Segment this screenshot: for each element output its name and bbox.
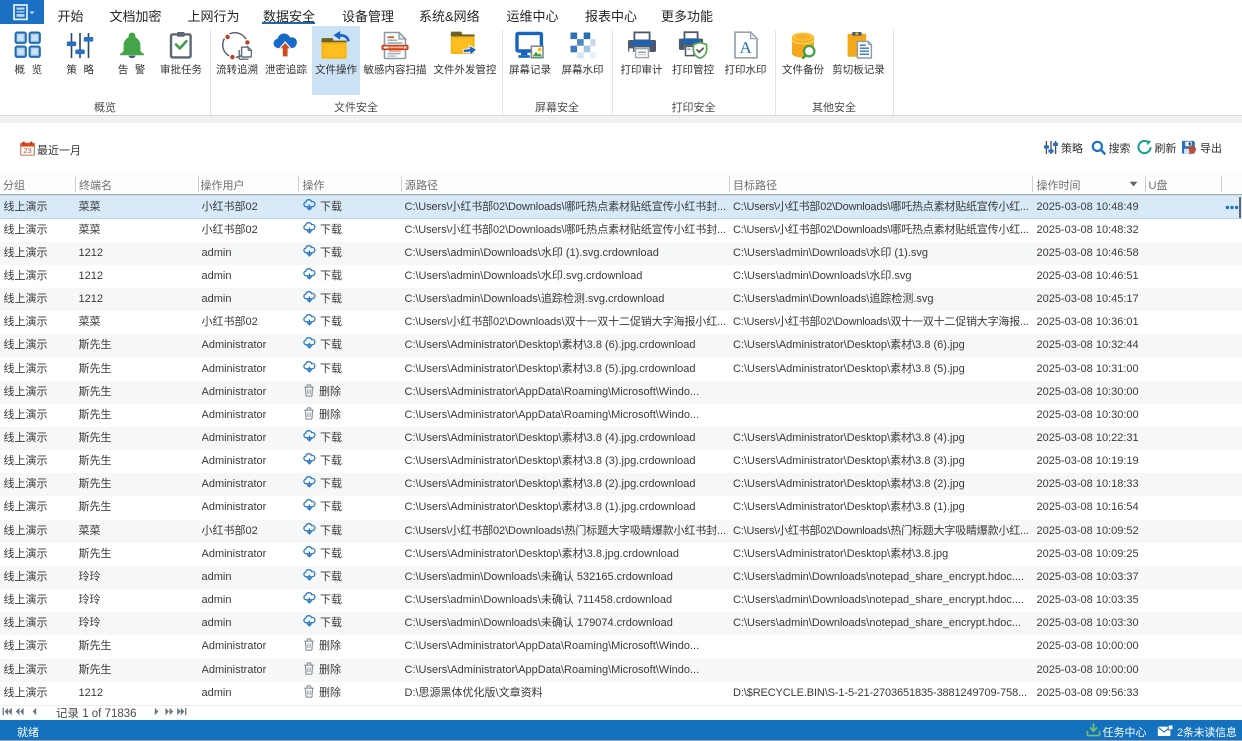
svg-text:23: 23 bbox=[23, 146, 31, 155]
svg-text:A: A bbox=[739, 38, 752, 57]
